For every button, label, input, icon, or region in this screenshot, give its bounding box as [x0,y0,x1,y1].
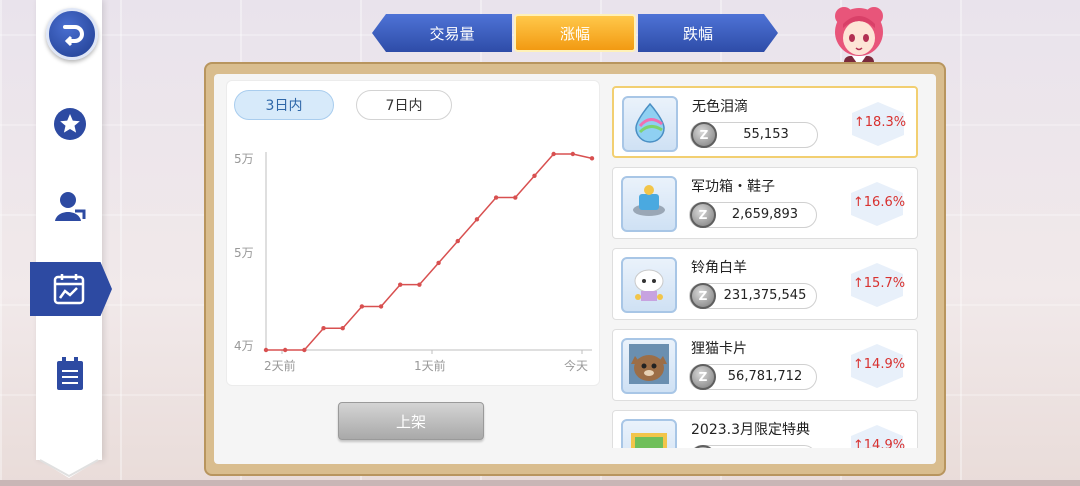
item-name: 铃角白羊 [691,260,747,276]
price-data-point [302,347,307,353]
bottom-strip [0,480,1080,486]
item-thumbnail [621,338,677,394]
tab-trade-volume[interactable]: 交易量 [372,14,512,52]
zeny-coin-icon: Z [690,202,716,228]
market-item-row[interactable]: 狸猫卡片 Z 56,781,712 ↑14.9% [612,329,918,401]
teardrop-crystal-icon [628,100,672,148]
item-price: 55,153 [743,127,789,142]
price-data-point [532,173,537,178]
price-data-point [551,151,556,157]
y-tick-label: 5万 [234,246,254,260]
item-price-change: ↑14.9% [852,438,906,448]
tab-price-fall[interactable]: 跌幅 [638,14,778,52]
price-data-point [378,304,384,309]
item-ranking-list: 无色泪滴 Z 55,153 ↑18.3% 军功箱・鞋子 Z 2,659,893 ↑16.6% 铃… [604,80,926,448]
item-price: 231,375,545 [723,288,807,303]
item-price-change: ↑16.6% [852,195,906,210]
period-3-days-button[interactable]: 3日内 [234,90,334,120]
price-data-point [340,326,345,331]
price-data-point [455,238,460,244]
item-thumbnail [621,419,677,448]
tab-price-rise[interactable]: 涨幅 [514,14,636,52]
x-tick-label: 2天前 [264,358,296,373]
item-name: 军功箱・鞋子 [691,179,775,195]
price-data-point [282,347,288,353]
price-data-point [436,260,441,266]
price-data-point [359,304,365,309]
price-data-point [398,282,403,287]
item-price-pill: Z [689,445,817,448]
zeny-coin-icon: Z [690,445,716,448]
zeny-coin-icon: Z [690,283,716,309]
list-for-sale-button[interactable]: 上架 [338,402,484,440]
item-price-pill: Z 2,659,893 [689,202,817,228]
zeny-coin-icon: Z [690,364,716,390]
price-data-point [570,151,576,157]
price-data-point [493,195,499,200]
price-data-point [513,195,518,200]
item-thumbnail [621,257,677,313]
market-item-row[interactable]: 2023.3月限定特典 Z ↑14.9% [612,410,918,448]
favorites-nav-button[interactable] [50,104,90,144]
item-price-pill: Z 56,781,712 [689,364,817,390]
raccoon-card-icon [627,342,671,390]
clipboard-icon [57,357,83,390]
home-icon [63,25,84,47]
price-data-point [474,217,480,222]
chart-calendar-icon [53,274,85,305]
item-price-pill: Z 55,153 [690,122,818,148]
white-sheep-icon [627,261,671,309]
limited-bundle-icon [627,423,671,448]
market-item-row[interactable]: 无色泪滴 Z 55,153 ↑18.3% [612,86,918,158]
home-button[interactable] [46,8,98,60]
records-nav-button[interactable] [50,354,90,394]
item-price-change: ↑14.9% [852,357,906,372]
item-thumbnail [622,96,678,152]
x-tick-label: 今天 [564,358,588,373]
item-price: 2,659,893 [731,207,799,222]
price-data-point [321,326,326,331]
price-series-line [266,153,593,351]
side-nav-bottom-arrow [36,440,102,478]
y-tick-label: 5万 [234,152,254,166]
item-price: 56,781,712 [727,369,803,384]
period-7-days-button[interactable]: 7日内 [356,90,452,120]
item-name: 2023.3月限定特典 [691,422,810,438]
profile-nav-button[interactable] [50,186,90,226]
zeny-coin-icon: Z [691,122,717,148]
item-price-pill: Z 231,375,545 [689,283,817,309]
price-trend-nav-button[interactable] [30,262,112,316]
price-line-chart: 5万 5万 4万 2天前 1天前 今天 [234,151,595,373]
item-price-change: ↑18.3% [853,115,907,130]
star-icon [54,108,86,140]
market-item-row[interactable]: 军功箱・鞋子 Z 2,659,893 ↑16.6% [612,167,918,239]
x-tick-label: 1天前 [414,358,446,373]
item-thumbnail [621,176,677,232]
y-tick-label: 4万 [234,339,254,353]
price-data-point [589,156,595,161]
price-data-point [263,347,269,353]
item-name: 狸猫卡片 [691,341,747,357]
item-name: 无色泪滴 [692,99,748,115]
price-data-point [417,282,422,287]
boots-box-icon [627,180,671,228]
profile-icon [55,192,86,221]
market-item-row[interactable]: 铃角白羊 Z 231,375,545 ↑15.7% [612,248,918,320]
item-price-change: ↑15.7% [852,276,906,291]
